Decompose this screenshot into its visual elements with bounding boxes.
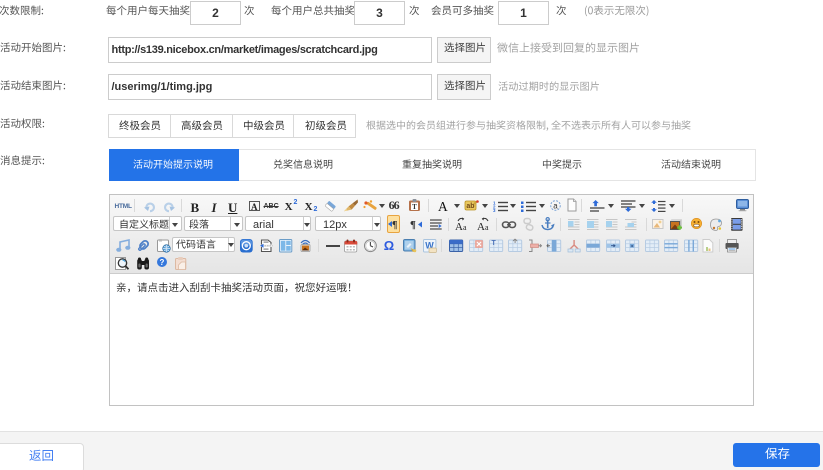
svg-text:T: T xyxy=(491,240,496,247)
svg-text:A: A xyxy=(477,221,485,233)
svg-text:T: T xyxy=(412,203,417,211)
svg-text:a: a xyxy=(553,201,558,210)
svg-text:a: a xyxy=(485,223,489,232)
svg-text:?: ? xyxy=(159,258,164,267)
svg-text:¶: ¶ xyxy=(392,220,397,231)
svg-text:¶: ¶ xyxy=(410,219,416,231)
svg-text:a: a xyxy=(463,223,467,232)
svg-text:A: A xyxy=(455,221,463,233)
